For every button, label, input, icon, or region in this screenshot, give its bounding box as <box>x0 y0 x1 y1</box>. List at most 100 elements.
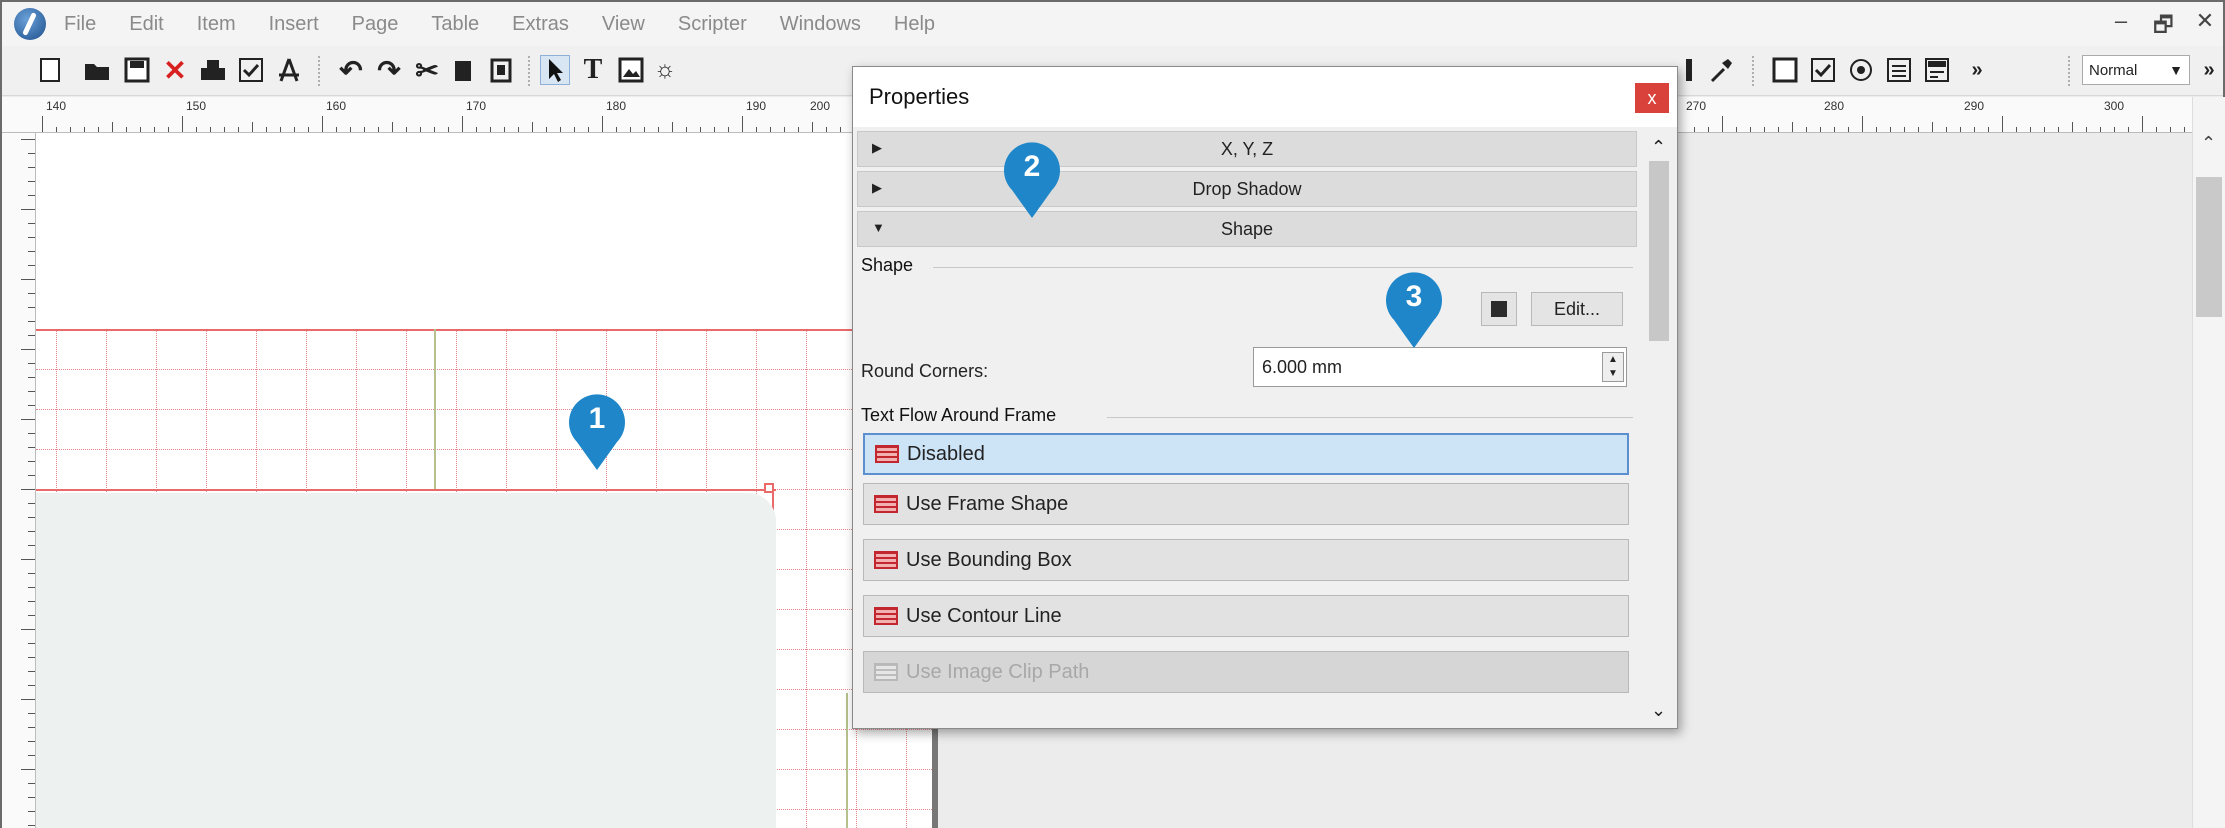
ruler-tick <box>28 825 35 826</box>
section-drop-shadow[interactable]: ▶ Drop Shadow <box>857 171 1637 207</box>
select-tool-icon[interactable] <box>540 55 570 85</box>
view-mode-select[interactable]: Normal ▼ <box>2082 55 2190 85</box>
ruler-tick <box>336 127 337 132</box>
eyedropper-icon[interactable] <box>1706 55 1736 85</box>
new-document-icon[interactable] <box>36 55 66 85</box>
menu-item[interactable]: Item <box>197 13 236 36</box>
text-frame-icon[interactable]: T <box>578 54 608 85</box>
shape-frame[interactable] <box>36 493 776 828</box>
ruler-tick <box>28 447 35 448</box>
print-icon[interactable] <box>198 55 228 85</box>
copy-icon[interactable] <box>448 55 478 85</box>
ruler-tick <box>826 127 827 132</box>
section-xyz[interactable]: ▶ X, Y, Z <box>857 131 1637 167</box>
edit-shape-icon-button[interactable] <box>1481 292 1517 326</box>
close-dialog-button[interactable]: x <box>1635 83 1669 113</box>
ruler-tick <box>28 601 35 602</box>
ruler-tick <box>742 116 743 132</box>
ruler-tick <box>2184 127 2185 132</box>
text-flow-frame-shape-button[interactable]: Use Frame Shape <box>863 483 1629 525</box>
window-controls: – 🗗 ✕ <box>2111 8 2215 46</box>
ruler-tick <box>21 489 35 490</box>
image-frame-icon[interactable] <box>616 55 646 85</box>
preflight-check-icon[interactable] <box>236 55 266 85</box>
menu-insert[interactable]: Insert <box>269 13 319 36</box>
cut-icon[interactable]: ✂ <box>412 55 442 86</box>
close-window-button[interactable]: ✕ <box>2195 8 2215 46</box>
ruler-tick <box>2100 127 2101 132</box>
ruler-tick <box>28 573 35 574</box>
edit-shape-button[interactable]: Edit... <box>1531 292 1623 326</box>
ruler-tick <box>21 279 35 280</box>
restore-button[interactable]: 🗗 <box>2153 8 2174 46</box>
flow-option-label: Use Contour Line <box>906 604 1062 627</box>
save-icon[interactable] <box>122 55 152 85</box>
ruler-tick <box>28 391 35 392</box>
chevron-down-icon: ▼ <box>2169 62 2183 78</box>
section-shape[interactable]: ▼ Shape <box>857 211 1637 247</box>
pdf-listbox-icon[interactable] <box>1884 55 1914 85</box>
toolbar-overflow-icon[interactable]: » <box>1962 55 1992 85</box>
menu-extras[interactable]: Extras <box>512 13 569 36</box>
dialog-scrollbar[interactable]: ⌃ ⌄ <box>1645 131 1671 721</box>
pdf-checkbox-icon[interactable] <box>1808 55 1838 85</box>
menu-page[interactable]: Page <box>352 13 399 36</box>
dialog-titlebar[interactable]: Properties x <box>853 67 1677 127</box>
ruler-tick <box>224 127 225 132</box>
ruler-tick <box>126 127 127 132</box>
minimize-button[interactable]: – <box>2111 8 2131 46</box>
close-document-icon[interactable]: ✕ <box>160 55 190 86</box>
render-frame-icon[interactable]: ☼ <box>650 55 680 85</box>
text-flow-bounding-box-button[interactable]: Use Bounding Box <box>863 539 1629 581</box>
ruler-label: 270 <box>1686 99 1707 113</box>
ruler-tick <box>28 531 35 532</box>
ruler-tick <box>2072 122 2073 132</box>
menu-file[interactable]: File <box>64 13 96 36</box>
dialog-scrollbar-thumb[interactable] <box>1649 161 1669 341</box>
menu-scripter[interactable]: Scripter <box>678 13 747 36</box>
vertical-scrollbar[interactable]: ⌃ <box>2192 97 2225 828</box>
scrollbar-thumb[interactable] <box>2196 177 2222 317</box>
ruler-tick <box>28 657 35 658</box>
ruler-tick <box>140 127 141 132</box>
frame-corner-handle[interactable] <box>764 483 774 493</box>
ruler-tick <box>840 127 841 132</box>
menu-table[interactable]: Table <box>431 13 479 36</box>
ruler-label: 160 <box>326 99 347 113</box>
round-corners-input[interactable]: 6.000 mm ▲ ▼ <box>1253 347 1627 387</box>
spinner-arrows-icon[interactable]: ▲ ▼ <box>1602 352 1624 382</box>
ruler-tick <box>28 307 35 308</box>
menu-windows[interactable]: Windows <box>780 13 861 36</box>
ruler-label: 280 <box>1824 99 1845 113</box>
scroll-up-icon[interactable]: ⌃ <box>2201 133 2216 154</box>
text-flow-disabled-button[interactable]: Disabled <box>863 433 1629 475</box>
margin-guide <box>36 329 936 331</box>
export-pdf-icon[interactable] <box>274 55 304 85</box>
text-flow-contour-button[interactable]: Use Contour Line <box>863 595 1629 637</box>
flow-option-label: Use Image Clip Path <box>906 660 1090 683</box>
group-divider <box>1107 417 1633 418</box>
undo-icon[interactable]: ↶ <box>336 55 366 86</box>
redo-icon[interactable]: ↷ <box>374 55 404 86</box>
ruler-tick <box>28 545 35 546</box>
pdf-combobox-icon[interactable] <box>1922 55 1952 85</box>
measure-icon[interactable] <box>1674 55 1704 85</box>
ruler-tick <box>42 116 43 132</box>
menu-edit[interactable]: Edit <box>129 13 163 36</box>
ruler-tick <box>1736 127 1737 132</box>
menu-view[interactable]: View <box>602 13 645 36</box>
pdf-radio-icon[interactable] <box>1846 55 1876 85</box>
ruler-tick <box>2086 127 2087 132</box>
scroll-up-icon[interactable]: ⌃ <box>1651 137 1666 158</box>
text-flow-group-label: Text Flow Around Frame <box>861 405 1063 426</box>
ruler-tick <box>238 127 239 132</box>
paste-icon[interactable] <box>486 55 516 85</box>
toolbar-overflow-icon-2[interactable]: » <box>2194 55 2224 85</box>
menu-help[interactable]: Help <box>894 13 935 36</box>
ruler-tick <box>28 783 35 784</box>
ruler-tick <box>28 741 35 742</box>
pdf-textfield-icon[interactable] <box>1770 55 1800 85</box>
open-folder-icon[interactable] <box>82 55 112 85</box>
scroll-down-icon[interactable]: ⌄ <box>1651 700 1666 721</box>
ruler-tick <box>2128 127 2129 132</box>
